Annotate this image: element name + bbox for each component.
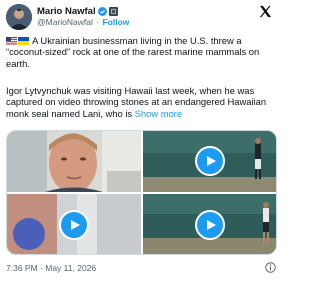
affiliate-badge-icon[interactable] [108,7,118,16]
play-icon [71,220,80,230]
post-text-paragraph-2: Igor Lytvynchuk was visiting Hawaii last… [6,85,276,119]
follow-button[interactable]: Follow [102,17,129,27]
verified-badge-icon [97,7,107,16]
media-grid [6,130,277,255]
media-video-man-throwing[interactable] [7,194,141,254]
media-photo-man-face[interactable] [7,131,141,192]
play-button[interactable] [195,146,225,176]
play-icon [207,220,216,230]
author-name[interactable]: Mario Nawfal [37,6,96,17]
x-logo-icon[interactable] [259,5,272,18]
author-handle[interactable]: @MarioNawfal [37,17,93,27]
media-video-man-walking-shore[interactable] [143,194,276,254]
post-text-paragraph-1: A Ukrainian businessman living in the U.… [6,35,276,69]
post-timestamp[interactable]: 7:36 PM · May 11, 2026 [6,263,96,273]
us-flag-icon [6,37,17,45]
timestamp-time: 7:36 PM [6,263,38,273]
timestamp-date: May 11, 2026 [45,263,97,273]
show-more-link[interactable]: Show more [135,108,182,119]
avatar[interactable] [6,4,32,30]
info-icon[interactable] [265,262,276,273]
play-icon [207,156,216,166]
play-button[interactable] [195,210,225,240]
post-header: Mario Nawfal @MarioNawfal · Follow [6,4,276,32]
media-video-man-on-beach[interactable] [143,131,276,192]
paragraph-1-text: A Ukrainian businessman living in the U.… [6,35,260,69]
timestamp-separator: · [40,263,43,273]
handle-separator: · [96,17,100,27]
ukraine-flag-icon [18,37,29,45]
play-button[interactable] [59,210,89,240]
